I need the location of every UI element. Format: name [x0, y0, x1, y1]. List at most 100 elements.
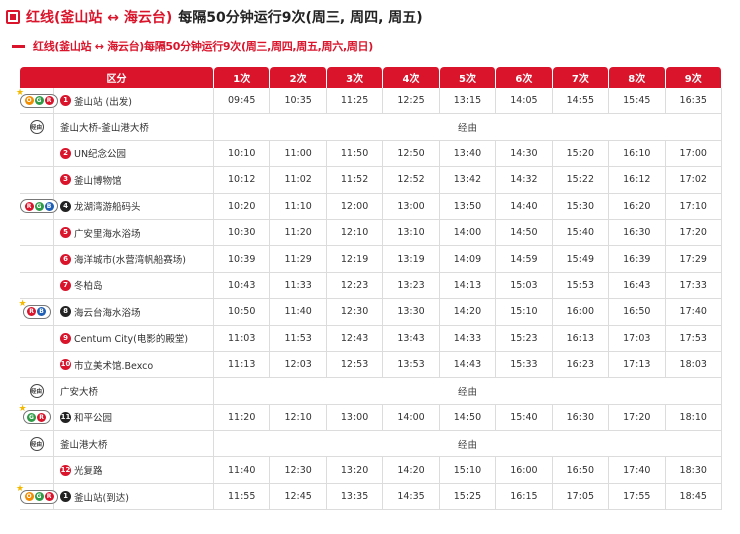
departure-time: 18:03	[665, 351, 722, 379]
table-row: ★ O G R 1 釜山站 (出发) 09:45 10:35 11:25 12:25 13:15 14…	[16, 88, 722, 115]
departure-time: 12:43	[326, 325, 384, 352]
departure-time: 11:40	[270, 299, 327, 326]
stop-name-cell: 8 海云台海水浴场	[54, 299, 214, 326]
transfer-cell: ★ O G R	[16, 88, 58, 115]
departure-time: 15:10	[439, 457, 497, 484]
departure-time: 17:40	[665, 299, 722, 326]
departure-time: 11:25	[326, 88, 384, 115]
departure-time: 13:23	[383, 272, 440, 300]
departure-time: 17:13	[609, 351, 666, 379]
departure-time: 13:19	[383, 246, 440, 273]
departure-time: 16:13	[552, 325, 610, 352]
departure-time: 10:20	[214, 193, 271, 220]
star-icon: ★	[16, 87, 25, 98]
run-header: 6次	[496, 67, 553, 88]
departure-time: 14:50	[496, 219, 553, 247]
departure-time: 10:39	[214, 246, 271, 273]
line-dot: R	[27, 307, 36, 317]
star-icon: ★	[18, 404, 27, 415]
stop-name: 釜山站 (出发)	[74, 96, 132, 108]
stop-name-cell: 12 光复路	[54, 457, 214, 484]
departure-time: 15:23	[496, 325, 553, 352]
stop-name-cell: 11 和平公园	[54, 404, 214, 432]
departure-time: 17:00	[665, 140, 722, 168]
table-row: R G B 4 龙湖湾游船码头 10:20 11:10 12:00 13:00 13:50 14:4…	[20, 193, 722, 220]
table-row: ★ G R 11 和平公园 11:20 12:10 13:00 14:00 14:50 15:40 1…	[19, 404, 722, 432]
stop-name: 广安里海水浴场	[74, 228, 141, 240]
departure-time: 15:20	[552, 140, 610, 168]
departure-time: 16:50	[552, 457, 610, 484]
transfer-cell: 经由	[20, 431, 54, 458]
transfer-cell	[20, 246, 54, 273]
departure-time: 14:33	[439, 325, 497, 352]
departure-time: 10:10	[214, 140, 271, 168]
transfer-cell: ★ G R	[19, 404, 54, 432]
transfer-badge-icon: ★ G R	[19, 405, 51, 425]
departure-time: 17:53	[665, 325, 722, 352]
stop-name-cell: 9 Centum City(电影的殿堂)	[54, 325, 214, 352]
stop-name: 海洋城市(水营湾帆船赛场)	[74, 255, 186, 267]
departure-time: 12:00	[326, 193, 384, 220]
line-dot: G	[34, 96, 44, 106]
departure-time: 14:40	[496, 193, 553, 220]
stop-number-icon: 1	[60, 95, 71, 107]
stop-name-cell: 1 釜山站 (出发)	[54, 88, 214, 115]
stop-name: 海云台海水浴场	[74, 307, 141, 319]
departure-time: 13:00	[326, 404, 384, 432]
transfer-badge-icon: RGB	[20, 199, 58, 214]
departure-time: 12:25	[383, 88, 440, 115]
run-header: 8次	[609, 67, 666, 88]
departure-time: 12:50	[383, 140, 440, 168]
departure-time: 16:12	[609, 167, 666, 194]
departure-time: 11:20	[270, 219, 327, 247]
departure-time: 16:50	[609, 299, 666, 326]
departure-time: 10:30	[214, 219, 271, 247]
departure-time: 14:09	[439, 246, 497, 273]
transfer-cell	[20, 325, 54, 352]
departure-time: 18:45	[665, 483, 722, 511]
departure-time: 15:49	[552, 246, 610, 273]
transfer-badge-icon: ★ O G R	[16, 88, 58, 108]
stop-name-cell: 釜山大桥-釜山港大桥	[54, 114, 214, 141]
run-header: 2次	[270, 67, 327, 88]
departure-time: 16:23	[552, 351, 610, 379]
departure-time: 17:29	[665, 246, 722, 273]
departure-time: 14:20	[383, 457, 440, 484]
transfer-cell	[20, 140, 54, 168]
stop-number-icon: 2	[60, 147, 71, 159]
stop-number-icon: 10	[60, 359, 71, 371]
departure-time: 12:52	[383, 167, 440, 194]
stop-name: 釜山港大桥	[60, 439, 108, 451]
line-dot: G	[34, 201, 44, 211]
departure-time: 12:45	[270, 483, 327, 511]
departure-time: 16:35	[665, 88, 722, 115]
departure-time: 13:42	[439, 167, 497, 194]
table-row: 9 Centum City(电影的殿堂) 11:03 11:53 12:43 13:43 1…	[20, 325, 722, 352]
departure-time: 16:39	[609, 246, 666, 273]
table-row: 2 UN纪念公园 10:10 11:00 11:50 12:50 13:40 14:30 15:…	[20, 140, 722, 168]
departure-time: 17:10	[665, 193, 722, 220]
table-row: ★ O G R 1 釜山站(到达) 11:55 12:45 13:35 14:35 15:25 16:…	[16, 483, 722, 511]
departure-time: 17:55	[609, 483, 666, 511]
departure-time: 17:33	[665, 272, 722, 300]
departure-time: 17:03	[609, 325, 666, 352]
timetable-header-row: 区分 1次 2次 3次 4次 5次 6次 7次 8次 9次	[20, 67, 722, 88]
departure-time: 13:30	[383, 299, 440, 326]
departure-time: 12:23	[326, 272, 384, 300]
transfer-cell: 经由	[20, 378, 54, 405]
departure-time: 11:00	[270, 140, 327, 168]
stop-name: 市立美术馆.Bexco	[74, 360, 154, 372]
departure-time: 17:40	[609, 457, 666, 484]
departure-time: 16:30	[552, 404, 610, 432]
transfer-cell: 经由	[20, 114, 54, 141]
departure-time: 16:00	[552, 299, 610, 326]
route-square-icon	[6, 10, 20, 24]
via-icon: 经由	[29, 120, 44, 135]
departure-time: 18:10	[665, 404, 722, 432]
transfer-badge-icon: ★ O G R	[16, 484, 58, 504]
departure-time: 14:30	[496, 140, 553, 168]
line-dot: O	[24, 96, 34, 106]
departure-time: 11:13	[214, 351, 271, 379]
timetable: 区分 1次 2次 3次 4次 5次 6次 7次 8次 9次 ★ O G R 1 釜山站 (出发) 09:45…	[16, 67, 722, 511]
departure-time: 12:19	[326, 246, 384, 273]
